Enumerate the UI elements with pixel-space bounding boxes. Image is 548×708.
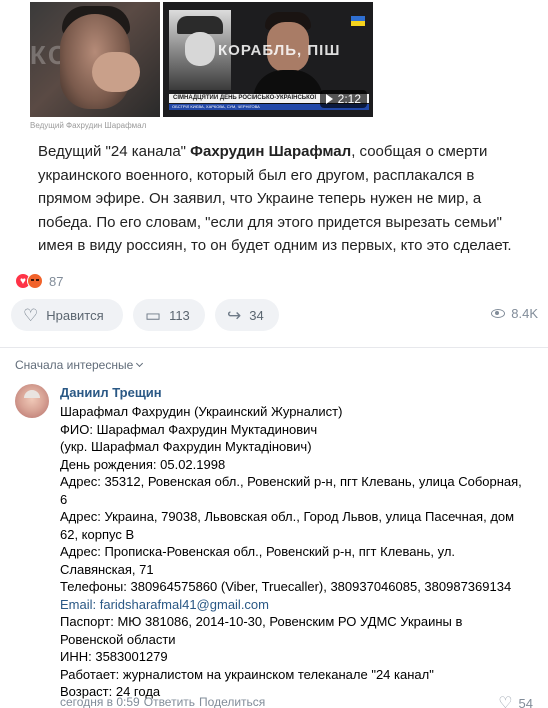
comment-line: 62, корпус В xyxy=(60,526,135,542)
share-arrow-icon: ↪ xyxy=(227,305,242,325)
video-duration: 2:12 xyxy=(319,90,367,108)
share-link[interactable]: Поделиться xyxy=(199,695,265,708)
divider xyxy=(0,347,548,348)
comment: Даниил Трещин Шарафмал Фахрудин (Украинс… xyxy=(60,385,535,701)
play-icon xyxy=(325,94,333,104)
comment-time[interactable]: сегодня в 0:59 xyxy=(60,695,140,708)
heart-outline-icon: ♡ xyxy=(23,305,39,325)
post-text: Ведущий "24 канала" Фахрудин Шарафмал, с… xyxy=(38,143,512,254)
share-button[interactable]: ↪ 34 xyxy=(215,299,279,331)
comment-line: Адрес: Прописка-Ровенская обл., Ровенски… xyxy=(60,544,456,559)
comment-line: Ровенской области xyxy=(60,631,176,647)
post-media: КОЖ КОРАБЛЬ, ПІШ СІМНАДЦЯТИЙ ДЕНЬ РОСІЙС… xyxy=(0,0,548,118)
angry-icon xyxy=(27,273,43,289)
comment-like-button[interactable]: ♡ 54 xyxy=(498,693,533,708)
chevron-down-icon xyxy=(136,359,144,368)
comment-line: День рождения: 05.02.1998 xyxy=(60,456,226,472)
comment-author[interactable]: Даниил Трещин xyxy=(60,385,535,401)
comment-line: Работает: журналистом на украинском теле… xyxy=(60,666,434,682)
comment-line: Адрес: Украина, 79038, Львовская обл., Г… xyxy=(60,509,515,524)
comment-icon: ▭ xyxy=(145,305,162,325)
comment-line: Славянская, 71 xyxy=(60,561,154,577)
like-button[interactable]: ♡ Нравится xyxy=(11,299,123,331)
ukraine-flag-icon xyxy=(351,16,365,26)
reactions-count: 87 xyxy=(49,273,64,289)
post-photo[interactable]: КОЖ xyxy=(30,2,160,117)
heart-outline-icon: ♡ xyxy=(498,695,513,708)
media-caption: Ведущий Фахрудин Шарафмал xyxy=(30,121,147,130)
views-counter: 8.4K xyxy=(491,306,538,321)
video-overlay-text: КОРАБЛЬ, ПІШ xyxy=(218,42,341,59)
comment-footer: сегодня в 0:59 Ответить Поделиться xyxy=(60,695,265,708)
comment-line: ИНН: 3583001279 xyxy=(60,649,168,664)
comment-line: Адрес: 35312, Ровенская обл., Ровенский … xyxy=(60,474,522,489)
comment-line: Телефоны: 380964575860 (Viber, Truecalle… xyxy=(60,579,512,594)
reply-link[interactable]: Ответить xyxy=(144,695,195,708)
post-video-thumbnail[interactable]: КОРАБЛЬ, ПІШ СІМНАДЦЯТИЙ ДЕНЬ РОСІЙСЬКО-… xyxy=(163,2,373,117)
comment-line: ФИО: Шарафмал Фахрудин Муктадинович xyxy=(60,421,318,437)
reactions-summary[interactable]: ♥ 87 xyxy=(15,272,63,290)
comment-line: Паспорт: МЮ 381086, 2014-10-30, Ровенски… xyxy=(60,614,463,629)
avatar[interactable] xyxy=(15,384,49,418)
comment-button[interactable]: ▭ 113 xyxy=(133,299,205,331)
eye-icon xyxy=(491,309,506,318)
post-text-name: Фахрудин Шарафмал xyxy=(190,143,352,160)
comment-email-link[interactable]: Email: faridsharafmal41@gmail.com xyxy=(60,596,535,614)
post-actions: ♡ Нравится ▭ 113 ↪ 34 8.4K xyxy=(11,299,538,331)
comments-sort-dropdown[interactable]: Сначала интересные xyxy=(15,358,144,372)
comment-line: (укр. Шарафмал Фахрудин Муктадінович) xyxy=(60,439,312,454)
comment-line: 6 xyxy=(60,491,68,507)
comment-line: Шарафмал Фахрудин (Украинский Журналист) xyxy=(60,404,343,419)
